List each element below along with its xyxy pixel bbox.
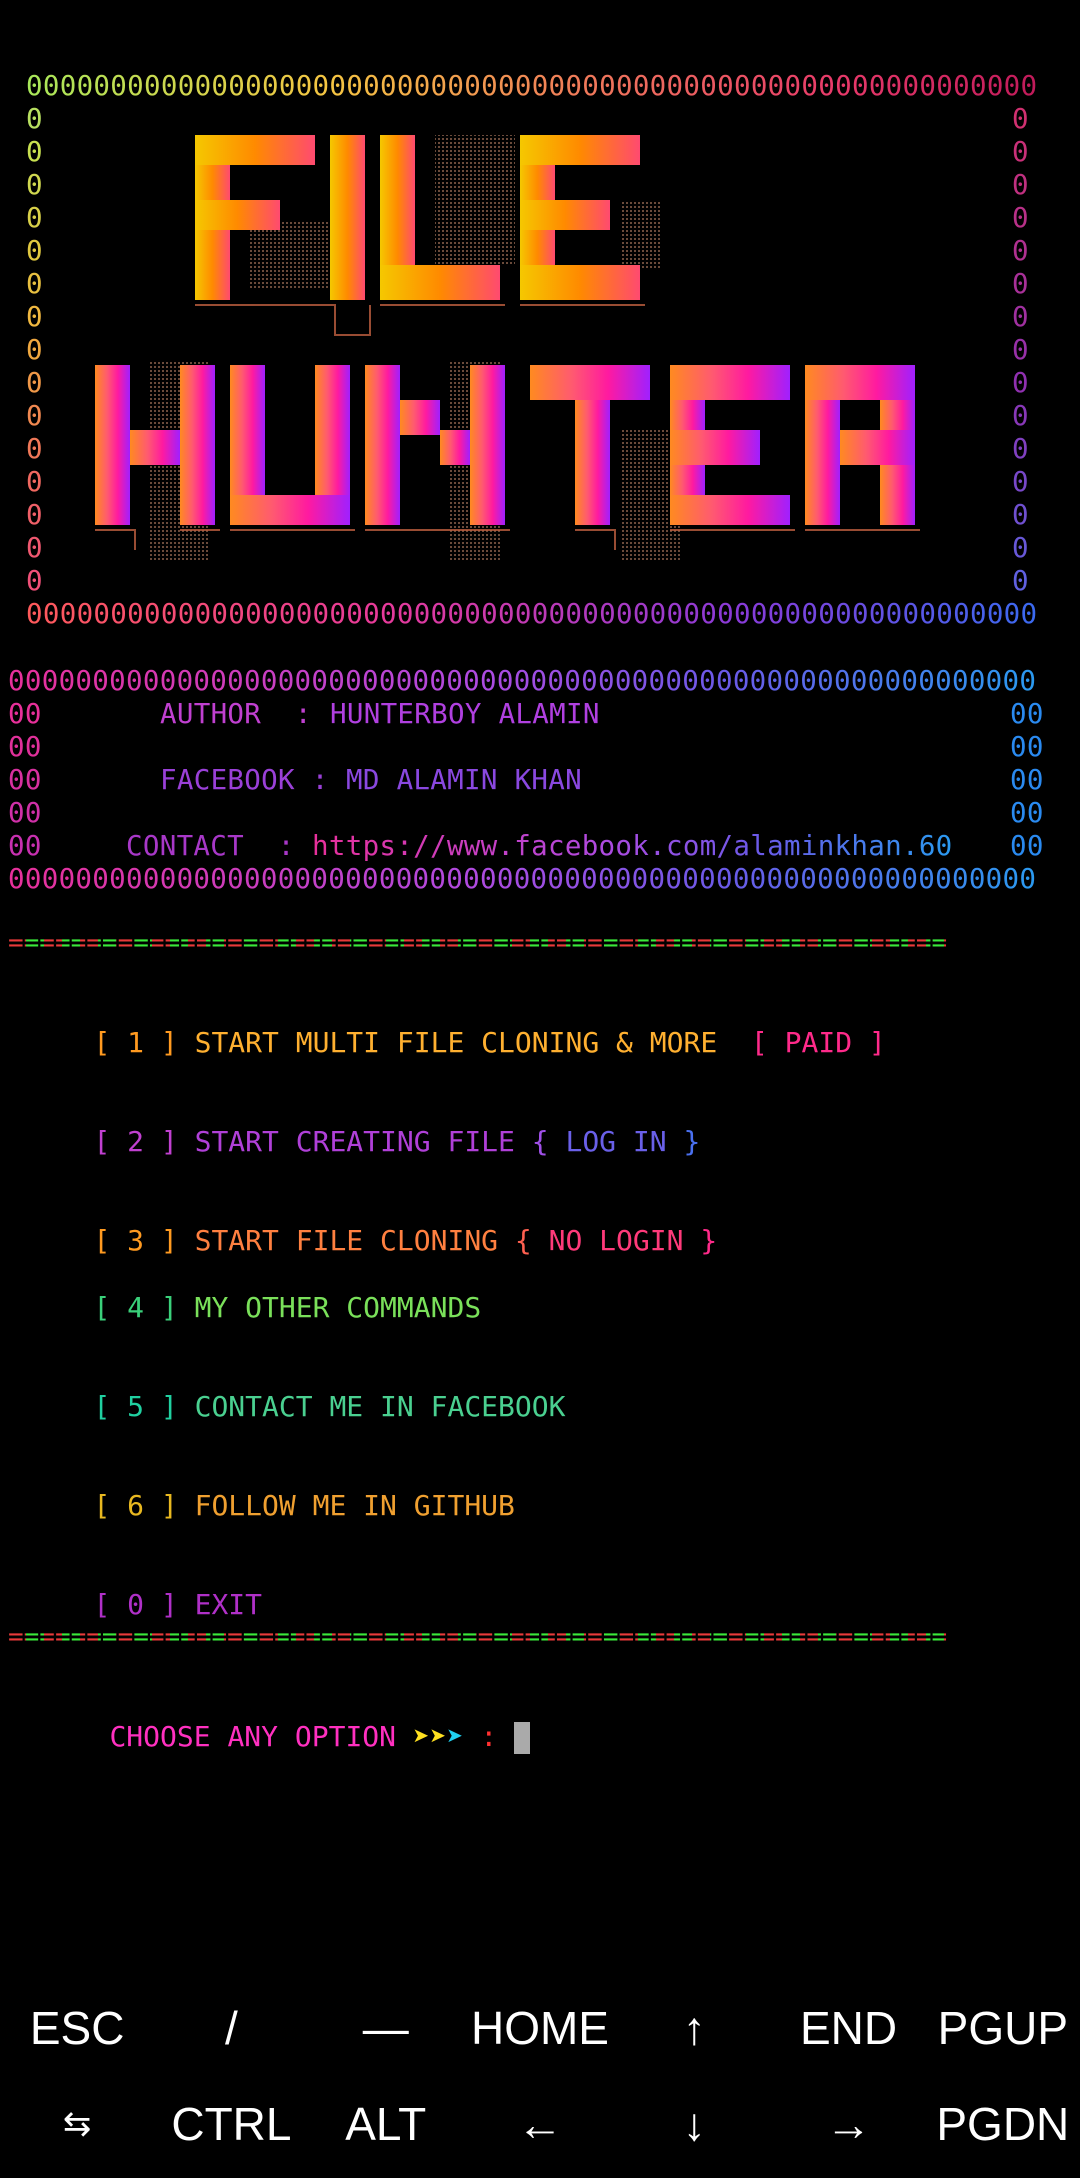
- option-number: [ 2 ]: [93, 1125, 178, 1158]
- option-label: CONTACT ME IN FACEBOOK: [194, 1390, 566, 1423]
- info-side-left: 00: [8, 731, 42, 763]
- separator-bottom: ========================================…: [8, 1622, 948, 1652]
- info-side-right: 00: [1010, 731, 1044, 763]
- right-arrow-key[interactable]: →: [771, 2076, 925, 2172]
- info-border-bottom: 0000000000000000000000000000000000000000…: [8, 863, 1037, 895]
- option-number: [ 1 ]: [93, 1026, 178, 1059]
- choose-option-prompt[interactable]: CHOOSE ANY OPTION ➤➤➤ :: [42, 1686, 531, 1788]
- end-key[interactable]: END: [771, 1980, 925, 2076]
- home-key[interactable]: HOME: [463, 1980, 617, 2076]
- tab-key[interactable]: ⇆: [0, 2076, 154, 2172]
- option-label: START CREATING FILE: [194, 1125, 515, 1158]
- menu-option-1[interactable]: [ 1 ] START MULTI FILE CLONING & MORE [ …: [26, 992, 886, 1094]
- text-cursor[interactable]: [514, 1722, 531, 1754]
- option-number: [ 0 ]: [93, 1588, 178, 1621]
- alt-key[interactable]: ALT: [309, 2076, 463, 2172]
- prompt-label: CHOOSE ANY OPTION: [109, 1720, 397, 1753]
- info-side-left: 00: [8, 830, 42, 862]
- contact-url[interactable]: https://www.facebook.com/alaminkhan.60: [312, 830, 953, 863]
- up-arrow-key[interactable]: ↑: [617, 1980, 771, 2076]
- facebook-value: MD ALAMIN KHAN: [346, 764, 582, 796]
- option-label: FOLLOW ME IN GITHUB: [194, 1489, 515, 1522]
- esc-key[interactable]: ESC: [0, 1980, 154, 2076]
- separator-top: ========================================…: [8, 928, 948, 958]
- info-side-left: 00: [8, 698, 42, 730]
- menu-option-2[interactable]: [ 2 ] START CREATING FILE { LOG IN }: [26, 1091, 700, 1193]
- slash-key[interactable]: /: [154, 1980, 308, 2076]
- info-side-right: 00: [1010, 764, 1044, 796]
- option-number: [ 3 ]: [93, 1224, 178, 1257]
- option-label: START MULTI FILE CLONING & MORE: [194, 1026, 718, 1059]
- option-number: [ 5 ]: [93, 1390, 178, 1423]
- banner-border-bottom: 0000000000000000000000000000000000000000…: [26, 598, 1038, 630]
- menu-option-5[interactable]: [ 5 ] CONTACT ME IN FACEBOOK: [26, 1356, 565, 1458]
- file-hunter-logo: [95, 135, 920, 560]
- menu-option-6[interactable]: [ 6 ] FOLLOW ME IN GITHUB: [26, 1455, 515, 1557]
- option-label: START FILE CLONING: [194, 1224, 499, 1257]
- prompt-arrows-icon: ➤➤➤: [412, 1720, 464, 1753]
- down-arrow-key[interactable]: ↓: [617, 2076, 771, 2172]
- banner-border-top: 0000000000000000000000000000000000000000…: [26, 70, 1038, 102]
- left-arrow-key[interactable]: ←: [463, 2076, 617, 2172]
- option-number: [ 6 ]: [93, 1489, 178, 1522]
- facebook-label: FACEBOOK :: [160, 764, 346, 796]
- ctrl-key[interactable]: CTRL: [154, 2076, 308, 2172]
- info-border-top: 0000000000000000000000000000000000000000…: [8, 665, 1037, 697]
- info-side-left: 00: [8, 764, 42, 796]
- extra-keys-bar: ESC / — HOME ↑ END PGUP ⇆ CTRL ALT ← ↓ →…: [0, 1980, 1080, 2178]
- menu-option-4[interactable]: [ 4 ] MY OTHER COMMANDS: [26, 1257, 481, 1359]
- info-side-right: 00: [1010, 698, 1044, 730]
- contact-label: CONTACT :: [126, 830, 312, 862]
- nologin-tag: NO LOGIN: [548, 1224, 684, 1257]
- option-label: EXIT: [194, 1588, 263, 1621]
- option-number: [ 4 ]: [93, 1291, 178, 1324]
- option-label: MY OTHER COMMANDS: [194, 1291, 482, 1324]
- pgdn-key[interactable]: PGDN: [926, 2076, 1080, 2172]
- extra-keys-row-2: ⇆ CTRL ALT ← ↓ → PGDN: [0, 2076, 1080, 2172]
- extra-keys-row-1: ESC / — HOME ↑ END PGUP: [0, 1980, 1080, 2076]
- info-side-right: 00: [1010, 797, 1044, 829]
- paid-tag: [ PAID ]: [750, 1026, 886, 1059]
- author-value: HUNTERBOY ALAMIN: [330, 698, 600, 730]
- terminal-screen[interactable]: 0000000000000000000000000000000000000000…: [0, 0, 1080, 1960]
- login-tag: LOG IN: [565, 1125, 667, 1158]
- dash-key[interactable]: —: [309, 1980, 463, 2076]
- info-side-left: 00: [8, 797, 42, 829]
- pgup-key[interactable]: PGUP: [926, 1980, 1080, 2076]
- author-label: AUTHOR :: [160, 698, 329, 730]
- info-side-right: 00: [1010, 830, 1044, 862]
